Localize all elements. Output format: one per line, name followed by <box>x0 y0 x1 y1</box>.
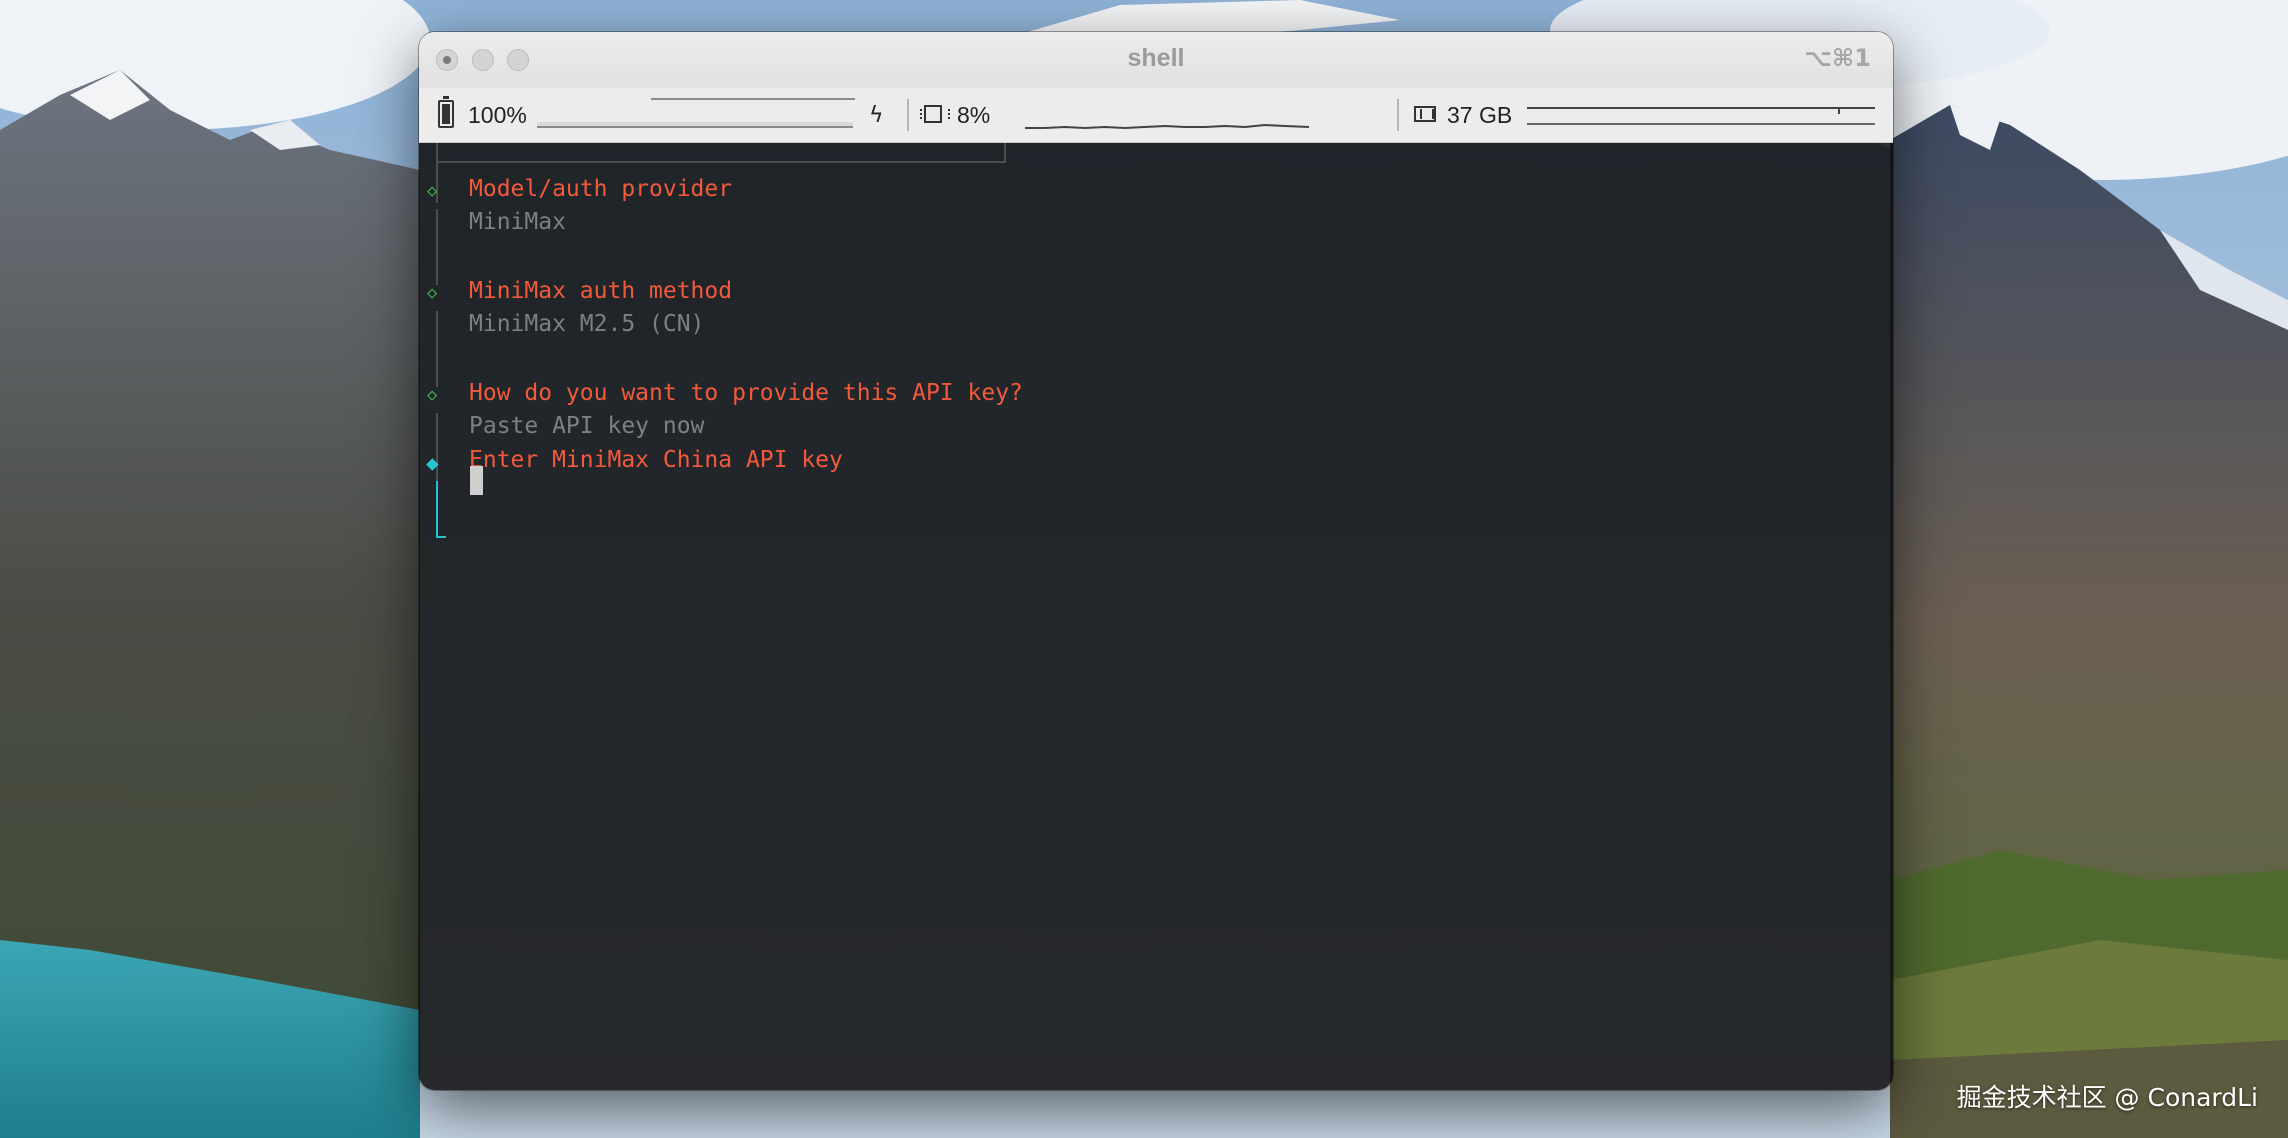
text-cursor[interactable] <box>470 466 483 495</box>
battery-gauge <box>537 122 853 128</box>
active-prompt-question: Enter MiniMax China API key <box>469 447 843 473</box>
memory-history-graph <box>1527 107 1875 125</box>
terminal-output[interactable]: ◇ Model/auth provider MiniMax ◇ MiniMax … <box>419 143 1893 1090</box>
window-title: shell <box>1127 44 1185 72</box>
gutter-line <box>436 209 438 285</box>
cpu-history-graph <box>1025 123 1309 130</box>
prompt-answer: MiniMax M2.5 (CN) <box>469 311 705 337</box>
terminal-window: shell ⌥⌘1 100% ϟ 8% 37 GB ◇ Model/auth p… <box>419 32 1893 1090</box>
title-bar[interactable]: shell ⌥⌘1 <box>419 32 1893 89</box>
watermark: 掘金技术社区 @ ConardLi <box>1956 1083 2258 1112</box>
gutter-line <box>436 311 438 387</box>
window-shortcut: ⌥⌘1 <box>1804 44 1871 72</box>
prompt-done-icon: ◇ <box>427 385 438 405</box>
active-gutter-line <box>436 481 438 537</box>
previous-box-border <box>436 143 1006 163</box>
prompt-done-icon: ◇ <box>427 283 438 303</box>
prompt-active-icon: ◆ <box>426 451 439 475</box>
divider <box>1397 99 1399 131</box>
cpu-percent: 8% <box>957 101 991 128</box>
prompt-answer: MiniMax <box>469 209 566 235</box>
active-gutter-foot <box>436 536 446 538</box>
prompt-question: How do you want to provide this API key? <box>469 380 1023 406</box>
battery-gauge-top <box>651 98 855 104</box>
bolt-icon: ϟ <box>869 102 884 128</box>
battery-percent: 100% <box>468 101 527 128</box>
prompt-question: Model/auth provider <box>469 176 733 202</box>
memory-usage: 37 GB <box>1447 101 1513 128</box>
memory-icon <box>1414 106 1436 122</box>
status-bar: 100% ϟ 8% 37 GB <box>419 88 1893 143</box>
divider <box>907 99 909 131</box>
cpu-icon <box>920 105 950 123</box>
battery-icon <box>438 96 454 128</box>
prompt-answer: Paste API key now <box>469 413 705 439</box>
prompt-question: MiniMax auth method <box>469 278 733 304</box>
prompt-done-icon: ◇ <box>427 181 438 201</box>
